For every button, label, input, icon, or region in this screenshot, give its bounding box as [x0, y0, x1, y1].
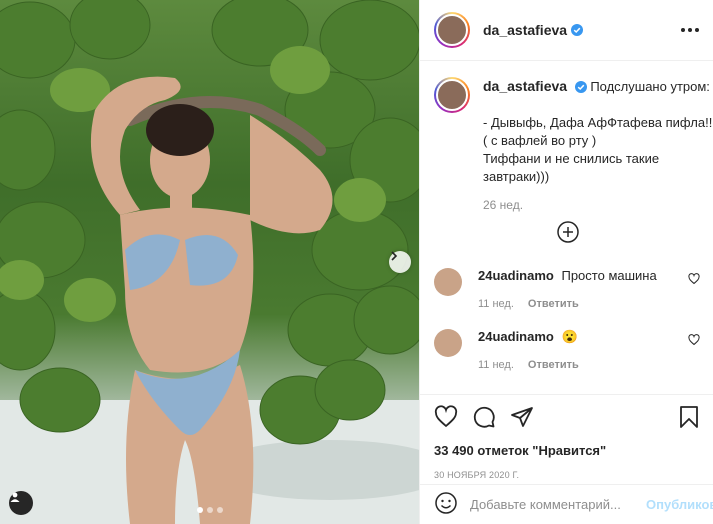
- carousel-next-button[interactable]: [389, 251, 411, 273]
- caption-line: ( с вафлей во рту ): [483, 133, 597, 148]
- paper-plane-icon: [511, 406, 533, 427]
- more-options-icon[interactable]: [681, 28, 699, 32]
- caption-line: [483, 96, 713, 114]
- post-side-panel: da_astafieva da_astafieva Подслушано утр…: [419, 0, 713, 524]
- comment-timestamp[interactable]: 11 нед.: [478, 357, 514, 373]
- bookmark-icon: [680, 405, 698, 428]
- commenter-username[interactable]: 24uadinamo: [478, 329, 554, 344]
- reply-button[interactable]: Ответить: [528, 296, 579, 312]
- likes-label: отметок "Нравится": [477, 443, 607, 458]
- plus-circle-icon: [557, 221, 579, 243]
- commenter-avatar[interactable]: [434, 268, 462, 296]
- comment-text: 😮: [561, 329, 578, 344]
- share-button[interactable]: [510, 405, 534, 432]
- author-avatar[interactable]: [434, 12, 470, 48]
- post-actions: 33 490 отметок "Нравится" 30 НОЯБРЯ 2020…: [420, 394, 713, 480]
- caption-line: - Дывыфь, Дафа АфФтафева пифла!!!: [483, 115, 713, 130]
- caption-author-avatar[interactable]: [434, 77, 470, 113]
- caption-line: Тиффани и не снились такие: [483, 151, 660, 166]
- comment-text: Просто машина: [561, 268, 657, 283]
- emoji-icon: [435, 492, 457, 514]
- carousel-dot: [207, 507, 213, 513]
- caption-line: Подслушано утром:: [590, 79, 710, 94]
- commenter-username[interactable]: 24uadinamo: [478, 268, 554, 283]
- comment-composer: Опубликовать: [420, 484, 713, 524]
- likes-count[interactable]: 33 490 отметок "Нравится": [434, 443, 700, 458]
- caption-timestamp: 26 нед.: [483, 198, 524, 212]
- comment-icon: [473, 406, 495, 428]
- comment-item: 24uadinamo Просто машина 11 нед. Ответит…: [434, 268, 700, 312]
- post-photo[interactable]: [0, 0, 419, 524]
- publish-button[interactable]: Опубликовать: [646, 497, 713, 512]
- comment-item: 24uadinamo 😮 11 нед. Ответить: [434, 329, 700, 373]
- heart-icon: [688, 334, 700, 346]
- reply-button[interactable]: Ответить: [528, 357, 579, 373]
- photo-illustration: [0, 0, 419, 524]
- comment-like-button[interactable]: [688, 272, 700, 288]
- likes-number: 33 490: [434, 443, 474, 458]
- carousel-dot: [197, 507, 203, 513]
- emoji-button[interactable]: [434, 491, 458, 518]
- author-username[interactable]: da_astafieva: [483, 22, 567, 38]
- caption-username[interactable]: da_astafieva: [483, 78, 567, 94]
- caption-line: завтраки))): [483, 169, 550, 184]
- carousel-dot: [217, 507, 223, 513]
- heart-icon: [434, 404, 458, 427]
- save-button[interactable]: [678, 405, 700, 432]
- like-button[interactable]: [434, 404, 458, 432]
- user-tag-button[interactable]: [9, 491, 33, 515]
- user-tag-icon: [10, 492, 20, 502]
- load-more-comments-button[interactable]: [556, 220, 580, 244]
- comment-input[interactable]: [470, 497, 646, 512]
- comment-button[interactable]: [472, 405, 496, 432]
- commenter-avatar[interactable]: [434, 329, 462, 357]
- heart-icon: [688, 273, 700, 285]
- chevron-right-icon: [391, 251, 398, 261]
- post-caption: da_astafieva Подслушано утром: - Дывыфь,…: [420, 61, 713, 214]
- verified-badge-icon: [574, 81, 587, 93]
- verified-badge-icon: [571, 24, 584, 36]
- comment-like-button[interactable]: [688, 333, 700, 349]
- carousel-dots: [197, 507, 223, 513]
- comment-timestamp[interactable]: 11 нед.: [478, 296, 514, 312]
- post-date[interactable]: 30 НОЯБРЯ 2020 Г.: [434, 470, 700, 480]
- post-header: da_astafieva: [420, 0, 713, 61]
